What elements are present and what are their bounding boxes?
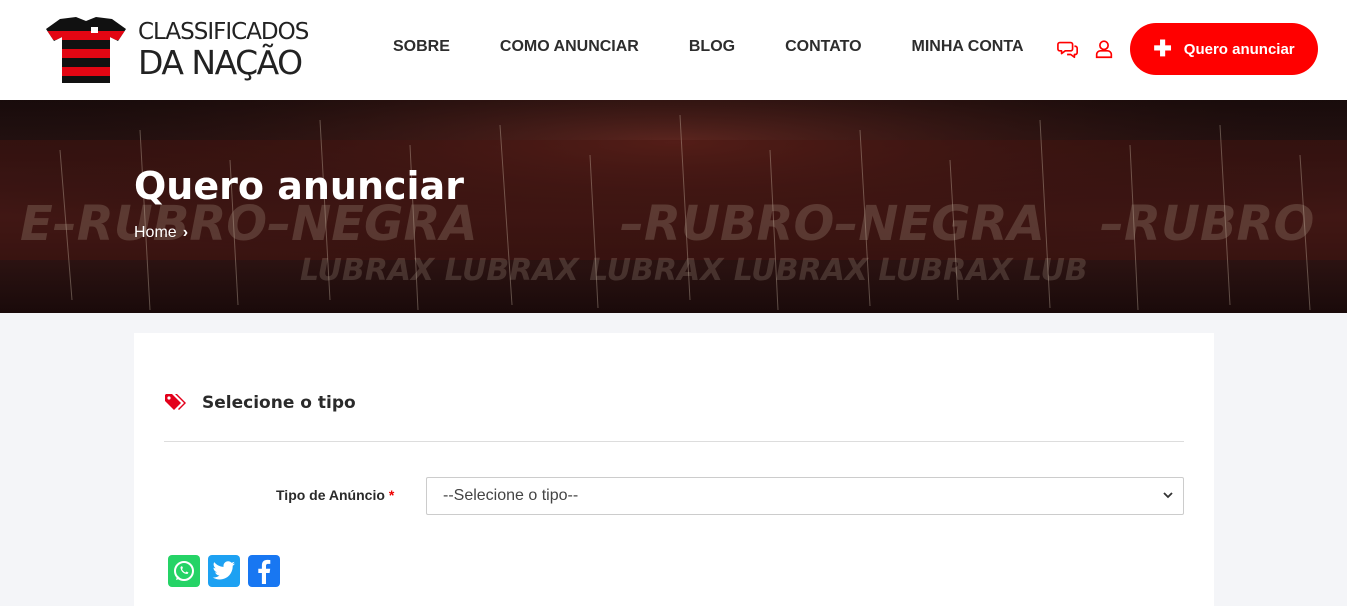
breadcrumb: Home › — [134, 224, 188, 242]
required-mark: * — [388, 487, 395, 503]
chevron-right-icon: › — [182, 224, 189, 241]
share-buttons — [168, 555, 288, 587]
nav-sobre[interactable]: SOBRE — [393, 38, 450, 56]
tags-icon — [165, 394, 186, 410]
site-logo[interactable]: CLASSIFICADOS DA NAÇÃO — [46, 14, 316, 86]
logo-line1: CLASSIFICADOS — [138, 19, 309, 45]
chat-icon[interactable] — [1057, 38, 1079, 60]
form-card: Selecione o tipo Tipo de Anúncio * --Sele… — [134, 333, 1214, 606]
page-title: Quero anunciar — [134, 164, 464, 208]
whatsapp-icon — [174, 561, 194, 581]
section-header: Selecione o tipo — [164, 393, 356, 413]
nav-blog[interactable]: BLOG — [689, 38, 735, 56]
whatsapp-share-button[interactable] — [168, 555, 200, 587]
tipo-anuncio-label: Tipo de Anúncio * — [276, 487, 394, 503]
nav-contato[interactable]: CONTATO — [785, 38, 861, 56]
page-banner: E–RUBRO–NEGRA –RUBRO–NEGRA –RUBRO LUBRAX… — [0, 100, 1347, 313]
select-value: --Selecione o tipo-- — [443, 487, 579, 504]
twitter-icon — [212, 561, 235, 580]
quero-anunciar-button[interactable]: ✚ Quero anunciar — [1130, 23, 1318, 75]
user-icon[interactable] — [1093, 38, 1115, 60]
plus-icon: ✚ — [1153, 36, 1172, 61]
section-divider — [164, 441, 1184, 442]
twitter-share-button[interactable] — [208, 555, 240, 587]
main-nav: SOBRE COMO ANUNCIAR BLOG CONTATO MINHA C… — [393, 38, 1074, 56]
chevron-down-icon — [1163, 492, 1173, 499]
svg-text:–RUBRO–NEGRA: –RUBRO–NEGRA — [620, 196, 1045, 252]
breadcrumb-home[interactable]: Home — [134, 224, 177, 242]
section-title: Selecione o tipo — [202, 393, 356, 413]
tipo-anuncio-label-text: Tipo de Anúncio — [276, 487, 385, 503]
nav-como-anunciar[interactable]: COMO ANUNCIAR — [500, 38, 639, 56]
tipo-anuncio-select[interactable]: --Selecione o tipo-- — [426, 477, 1184, 515]
site-header: CLASSIFICADOS DA NAÇÃO SOBRE COMO ANUNCI… — [0, 0, 1347, 100]
svg-text:LUBRAX LUBRAX LUBRAX LUBRAX: LUBRAX LUBRAX LUBRAX LUBRAX LUBRAX LUB — [300, 253, 1088, 288]
logo-line2: DA NAÇÃO — [138, 43, 303, 82]
jersey-icon — [46, 17, 126, 83]
facebook-share-button[interactable] — [248, 555, 280, 587]
quero-anunciar-label: Quero anunciar — [1183, 40, 1295, 58]
facebook-icon — [258, 559, 271, 584]
svg-text:–RUBRO: –RUBRO — [1100, 196, 1314, 252]
nav-minha-conta[interactable]: MINHA CONTA — [912, 38, 1024, 56]
